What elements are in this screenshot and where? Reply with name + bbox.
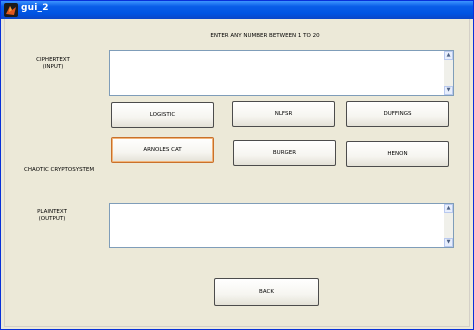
- title-bar[interactable]: gui_2: [1, 1, 473, 19]
- plaintext-label: PLAINTEXT (OUTPUT): [32, 209, 72, 223]
- client-area: ENTER ANY NUMBER BETWEEN 1 TO 20 CIPHERT…: [4, 19, 470, 327]
- plaintext-output[interactable]: ▲ ▼: [109, 203, 454, 248]
- matlab-logo-icon: [4, 3, 18, 17]
- scroll-down-arrow-icon[interactable]: ▼: [444, 238, 453, 247]
- app-window: gui_2 ENTER ANY NUMBER BETWEEN 1 TO 20 C…: [0, 0, 474, 330]
- ciphertext-label: CIPHERTEXT (INPUT): [33, 57, 73, 71]
- ciphertext-label-line1: CIPHERTEXT: [36, 57, 70, 63]
- scroll-up-arrow-icon[interactable]: ▲: [444, 204, 453, 213]
- logistic-button[interactable]: LOGISTIC: [111, 102, 214, 128]
- ciphertext-input[interactable]: ▲ ▼: [109, 50, 454, 96]
- duffings-button[interactable]: DUFFINGS: [346, 101, 449, 127]
- ciphertext-label-line2: (INPUT): [42, 64, 64, 70]
- henon-button[interactable]: HENON: [346, 141, 449, 167]
- instruction-label: ENTER ANY NUMBER BETWEEN 1 TO 20: [210, 33, 320, 39]
- back-button[interactable]: BACK: [214, 278, 319, 306]
- window-title: gui_2: [21, 3, 49, 13]
- scroll-down-arrow-icon[interactable]: ▼: [444, 86, 453, 95]
- burger-button[interactable]: BURGER: [233, 140, 336, 166]
- nlfsr-button[interactable]: NLFSR: [232, 101, 335, 127]
- scroll-up-arrow-icon[interactable]: ▲: [444, 51, 453, 60]
- arnoles-cat-button[interactable]: ARNOLES CAT: [111, 137, 214, 163]
- chaotic-cryptosystem-label: CHAOTIC CRYPTOSYSTEM: [24, 167, 95, 173]
- plaintext-label-line2: (OUTPUT): [38, 216, 66, 222]
- plaintext-scrollbar[interactable]: ▲ ▼: [444, 204, 453, 247]
- plaintext-label-line1: PLAINTEXT: [37, 209, 67, 215]
- ciphertext-scrollbar[interactable]: ▲ ▼: [444, 51, 453, 95]
